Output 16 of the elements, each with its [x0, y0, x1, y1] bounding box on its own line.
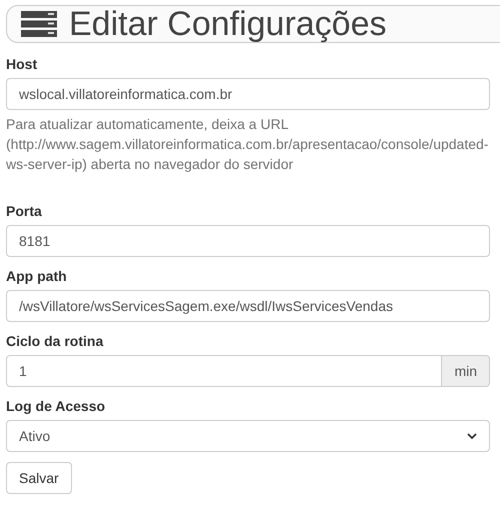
- field-label: Host: [6, 55, 38, 73]
- page-title: Editar Configurações: [69, 7, 387, 41]
- select-field[interactable]: Ativo: [6, 420, 490, 452]
- chevron-icon: [467, 432, 477, 440]
- text-field[interactable]: /wsVillatore/wsServicesSagem.exe/wsdl/IwsServicesVendas: [6, 290, 490, 322]
- field-label: Log de Acesso: [6, 397, 106, 415]
- number-field[interactable]: 1: [6, 355, 442, 387]
- text-field[interactable]: 8181: [6, 225, 490, 257]
- text-field[interactable]: wslocal.villatoreinformatica.com.br: [6, 78, 490, 110]
- server-icon: [21, 11, 57, 37]
- field-label: App path: [6, 267, 68, 285]
- help-text: Para atualizar automaticamente, deixa a URL (http://www.sagem.villatoreinformatica.com.br/apresentacao/console/updated-ws-server-ip) aberta no navegador do servidor: [6, 115, 490, 174]
- unit-addon: min: [442, 355, 490, 387]
- field-label: Porta: [6, 202, 43, 220]
- field-label: Ciclo da rotina: [6, 332, 104, 350]
- save-button[interactable]: Salvar: [6, 462, 72, 494]
